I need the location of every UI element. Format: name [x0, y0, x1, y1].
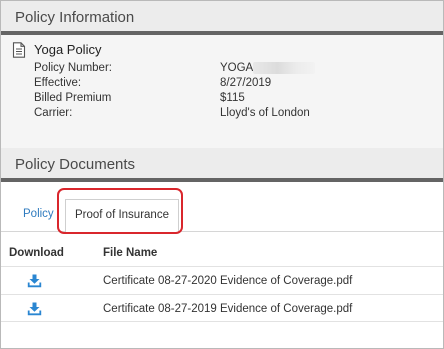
billed-premium-label: Billed Premium [34, 92, 112, 104]
effective-label: Effective: [34, 77, 82, 89]
download-column-header: Download [9, 247, 64, 259]
policy-information-title: Policy Information [15, 9, 135, 26]
policy-information-panel: Yoga Policy Policy Number: YOGA Effectiv… [1, 35, 443, 148]
download-icon[interactable] [27, 274, 42, 288]
table-row: Certificate 08-27-2019 Evidence of Cover… [1, 294, 443, 322]
tab-policy[interactable]: Policy [23, 208, 54, 220]
redacted-policy-number [253, 62, 316, 74]
file-name: Certificate 08-27-2020 Evidence of Cover… [103, 275, 353, 287]
policy-number-value: YOGA [220, 62, 316, 75]
document-icon [12, 42, 26, 58]
download-icon[interactable] [27, 302, 42, 316]
policy-number-text: YOGA [220, 62, 254, 75]
table-row: Certificate 08-27-2020 Evidence of Cover… [1, 266, 443, 294]
effective-value: 8/27/2019 [220, 77, 272, 89]
document-tabs: Policy Proof of Insurance [1, 186, 443, 233]
policy-name: Yoga Policy [34, 42, 102, 57]
billed-premium-value: $115 [220, 92, 245, 104]
policy-documents-header: Policy Documents [1, 148, 443, 182]
carrier-value: Lloyd's of London [220, 107, 310, 119]
tab-proof-of-insurance[interactable]: Proof of Insurance [65, 199, 179, 233]
policy-number-label: Policy Number: [34, 62, 112, 74]
policy-documents-title: Policy Documents [15, 156, 136, 173]
file-name: Certificate 08-27-2019 Evidence of Cover… [103, 303, 353, 315]
policy-information-header: Policy Information [1, 1, 443, 35]
carrier-label: Carrier: [34, 107, 73, 119]
file-name-column-header: File Name [103, 247, 158, 259]
